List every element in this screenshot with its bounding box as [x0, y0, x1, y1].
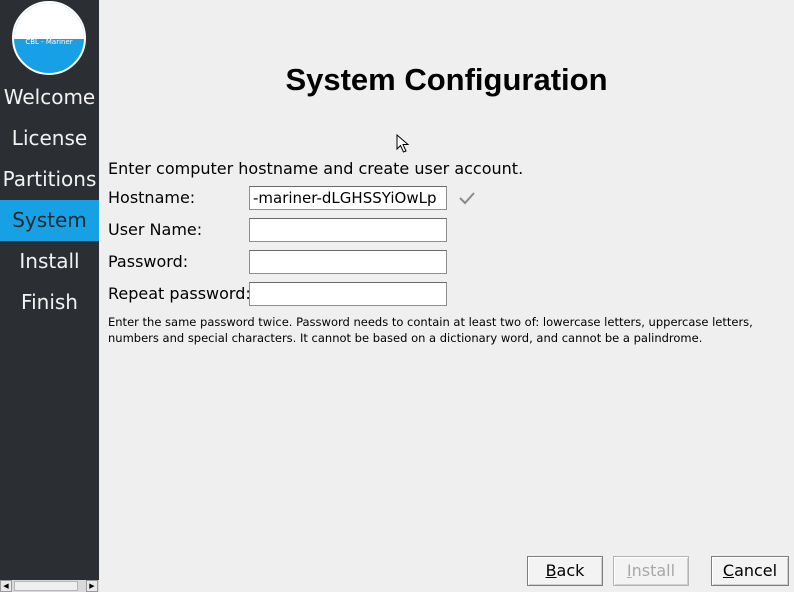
- password-hint: Enter the same password twice. Password …: [108, 315, 753, 345]
- username-label: User Name:: [108, 220, 203, 239]
- scrollbar-thumb[interactable]: [14, 581, 78, 591]
- cancel-label-rest: ancel: [734, 561, 778, 580]
- hostname-value: -mariner-dLGHSSYiOwLp: [253, 189, 437, 207]
- repeat-password-field[interactable]: [249, 282, 447, 306]
- cancel-mnemonic: C: [722, 561, 735, 580]
- sidebar-item-install: Install: [19, 249, 80, 273]
- logo-text: CBL - Mariner: [25, 38, 73, 46]
- password-field[interactable]: [249, 250, 447, 274]
- sidebar-horizontal-scrollbar[interactable]: ◀ ▶: [0, 580, 99, 592]
- repeat-password-label: Repeat password:: [108, 284, 251, 303]
- sidebar-nav: Welcome License Partitions System Instal…: [0, 77, 99, 323]
- back-label-rest: ack: [556, 561, 585, 580]
- sidebar: CBL - Mariner Welcome License Partitions…: [0, 0, 99, 592]
- cbl-mariner-logo: CBL - Mariner: [12, 1, 86, 75]
- cancel-button[interactable]: Cancel: [711, 556, 789, 586]
- back-mnemonic: B: [545, 561, 557, 580]
- logo-top-shape: [14, 3, 84, 39]
- sidebar-item-system: System: [0, 200, 99, 241]
- password-label: Password:: [108, 252, 189, 271]
- sidebar-item-finish: Finish: [21, 290, 78, 314]
- sidebar-item-welcome: Welcome: [3, 85, 96, 109]
- hostname-field[interactable]: -mariner-dLGHSSYiOwLp: [249, 186, 447, 210]
- scroll-left-arrow-icon[interactable]: ◀: [0, 580, 12, 592]
- mouse-pointer-icon: [396, 134, 410, 153]
- install-button[interactable]: Install: [613, 556, 689, 586]
- scroll-right-arrow-icon[interactable]: ▶: [86, 580, 98, 592]
- page-title: System Configuration: [285, 62, 608, 97]
- checkmark-icon: [459, 192, 475, 205]
- back-button[interactable]: Back: [527, 556, 603, 586]
- install-label-rest: nstall: [631, 561, 676, 580]
- sidebar-item-license: License: [11, 126, 88, 150]
- sidebar-item-partitions: Partitions: [2, 167, 97, 191]
- hostname-label: Hostname:: [108, 188, 196, 207]
- username-field[interactable]: [249, 218, 447, 242]
- intro-text: Enter computer hostname and create user …: [108, 159, 524, 178]
